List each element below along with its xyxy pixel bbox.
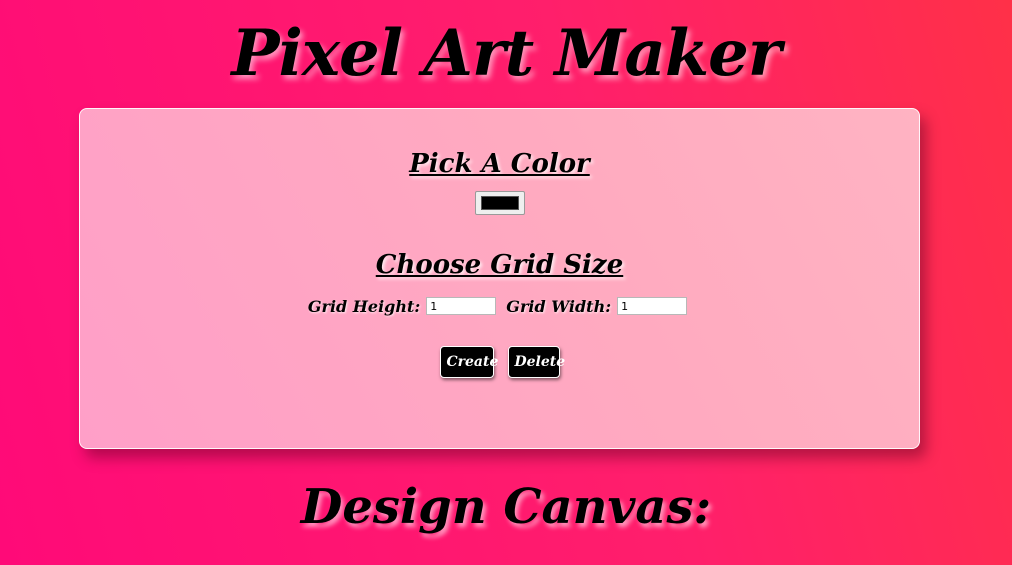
page-title: Pixel Art Maker (231, 16, 781, 91)
controls-panel: Pick A Color Choose Grid Size Grid Heigh… (79, 108, 920, 449)
delete-button[interactable]: Delete (507, 346, 565, 378)
design-canvas-heading: Design Canvas: (300, 479, 712, 535)
create-button[interactable]: Create (439, 346, 498, 378)
color-picker-swatch (481, 196, 519, 210)
grid-width-label: Grid Width: (506, 296, 612, 316)
grid-height-label: Grid Height: (307, 296, 421, 316)
action-buttons: Create Delete (80, 346, 919, 378)
grid-size-form: Grid Height: Grid Width: (80, 292, 919, 320)
grid-width-input[interactable] (617, 297, 688, 315)
grid-size-heading: Choose Grid Size (375, 250, 624, 280)
color-picker-input[interactable] (475, 191, 525, 215)
pick-color-heading: Pick A Color (409, 149, 590, 179)
grid-height-input[interactable] (426, 297, 497, 315)
